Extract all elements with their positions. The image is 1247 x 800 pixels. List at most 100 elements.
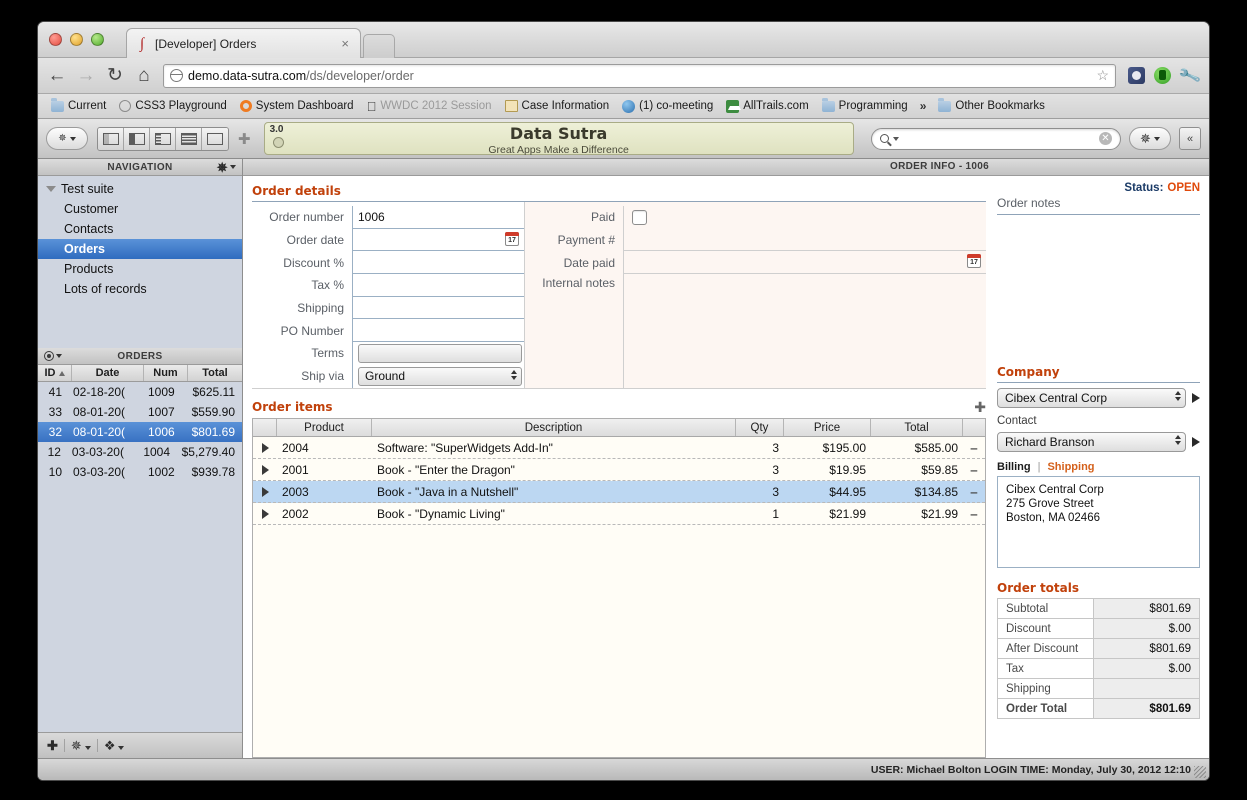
- column-header-num[interactable]: Num: [144, 365, 188, 381]
- orders-record-list[interactable]: 41 02-18-20( 1009 $625.11 33 08-01-20( 1…: [38, 382, 242, 732]
- remove-row-icon[interactable]: ‒: [963, 485, 985, 499]
- payment-number-input[interactable]: [623, 228, 986, 252]
- column-header-id[interactable]: ID: [38, 365, 72, 381]
- bookmark-item[interactable]: AllTrails.com: [721, 98, 813, 115]
- column-header-description[interactable]: Description: [372, 419, 736, 437]
- tab-billing[interactable]: Billing: [997, 461, 1031, 473]
- remove-row-icon[interactable]: ‒: [963, 507, 985, 521]
- column-header-total[interactable]: Total: [871, 419, 963, 437]
- internal-notes-textarea[interactable]: [623, 274, 986, 389]
- collapse-panel-button[interactable]: «: [1179, 127, 1201, 150]
- column-header-product[interactable]: Product: [277, 419, 372, 437]
- add-order-item-button[interactable]: ✚: [974, 400, 986, 414]
- layout-mode-1-button[interactable]: [98, 127, 124, 150]
- address-textarea[interactable]: Cibex Central Corp 275 Grove Street Bost…: [997, 476, 1200, 568]
- sidebar-item-orders[interactable]: Orders: [38, 239, 242, 259]
- bookmark-item[interactable]: (1) co-meeting: [617, 98, 718, 115]
- ship-via-select[interactable]: Ground: [358, 366, 522, 386]
- bookmark-star-icon[interactable]: ☆: [1097, 67, 1110, 84]
- table-row-selected[interactable]: 2003 Book - "Java in a Nutshell" 3 $44.9…: [253, 481, 985, 504]
- table-row[interactable]: 41 02-18-20( 1009 $625.11: [38, 382, 242, 402]
- terms-select[interactable]: [358, 343, 522, 363]
- shipping-input[interactable]: [352, 296, 524, 320]
- minimize-window-button[interactable]: [70, 33, 83, 46]
- remove-row-icon[interactable]: ‒: [963, 463, 985, 477]
- other-bookmarks-item[interactable]: Other Bookmarks: [933, 98, 1049, 114]
- discount-input[interactable]: [352, 251, 524, 275]
- back-button[interactable]: ←: [47, 66, 67, 85]
- close-window-button[interactable]: [49, 33, 62, 46]
- resize-grip-icon[interactable]: [1194, 766, 1206, 778]
- order-date-input[interactable]: 17: [352, 228, 524, 252]
- reload-icon[interactable]: ↻: [105, 66, 125, 85]
- table-row[interactable]: 2004 Software: "SuperWidgets Add-In" 3 $…: [253, 437, 985, 460]
- company-select[interactable]: Cibex Central Corp: [997, 388, 1186, 408]
- tab-shipping[interactable]: Shipping: [1047, 461, 1094, 473]
- add-layout-icon[interactable]: ✚: [238, 130, 251, 148]
- sidebar-item-contacts[interactable]: Contacts: [38, 219, 242, 239]
- order-number-input[interactable]: 1006: [352, 206, 524, 229]
- sidebar-item-products[interactable]: Products: [38, 259, 242, 279]
- po-number-input[interactable]: [352, 319, 524, 343]
- list-view-mode-button[interactable]: [44, 351, 62, 361]
- calendar-icon[interactable]: 17: [505, 231, 519, 246]
- layout-mode-5-button[interactable]: [202, 127, 228, 150]
- table-row[interactable]: 2002 Book - "Dynamic Living" 1 $21.99 $2…: [253, 503, 985, 526]
- table-row-selected[interactable]: 32 08-01-20( 1006 $801.69: [38, 422, 242, 442]
- goto-company-icon[interactable]: [1192, 393, 1200, 403]
- tax-input[interactable]: [352, 274, 524, 297]
- table-row[interactable]: 33 08-01-20( 1007 $559.90: [38, 402, 242, 422]
- table-row[interactable]: 2001 Book - "Enter the Dragon" 3 $19.95 …: [253, 459, 985, 482]
- bookmarks-overflow-icon[interactable]: »: [916, 99, 931, 113]
- expand-row-icon[interactable]: [253, 486, 277, 497]
- bookmark-item[interactable]: Current: [46, 98, 111, 114]
- bookmark-item[interactable]: WWDC 2012 Session: [362, 98, 497, 115]
- navigation-options-button[interactable]: ✵: [217, 161, 236, 174]
- layout-mode-2-button[interactable]: [124, 127, 150, 150]
- column-header-total[interactable]: Total: [188, 365, 242, 381]
- wrench-menu-icon[interactable]: 🔧: [1177, 63, 1203, 89]
- clock-extension-icon[interactable]: [1154, 67, 1172, 84]
- bookmark-item[interactable]: Programming: [817, 98, 913, 114]
- expand-row-icon[interactable]: [253, 442, 277, 453]
- sidebar-item-test-suite[interactable]: Test suite: [38, 179, 242, 199]
- column-header-date[interactable]: Date: [72, 365, 144, 381]
- search-options-button[interactable]: ✵: [1129, 127, 1171, 150]
- browser-tab[interactable]: ∫ [Developer] Orders ×: [126, 28, 361, 58]
- order-notes-textarea[interactable]: [997, 215, 1200, 365]
- calendar-icon[interactable]: 17: [967, 254, 981, 269]
- sidebar-item-lots-of-records[interactable]: Lots of records: [38, 279, 242, 299]
- record-actions-button[interactable]: ✵: [71, 738, 91, 754]
- column-header-qty[interactable]: Qty: [736, 419, 784, 437]
- zoom-window-button[interactable]: [91, 33, 104, 46]
- speedtest-icon[interactable]: [1128, 67, 1146, 84]
- date-paid-input[interactable]: 17: [623, 251, 986, 275]
- bookmark-item[interactable]: Case Information: [500, 98, 615, 114]
- contact-select[interactable]: Richard Branson: [997, 432, 1186, 452]
- expand-row-icon[interactable]: [253, 508, 277, 519]
- add-record-button[interactable]: ✚: [47, 738, 58, 754]
- paid-checkbox[interactable]: [632, 209, 647, 225]
- disclosure-triangle-icon[interactable]: [46, 186, 56, 192]
- search-input[interactable]: ✕: [870, 127, 1121, 150]
- goto-contact-icon[interactable]: [1192, 437, 1200, 447]
- window-controls[interactable]: [49, 33, 104, 46]
- bookmark-item[interactable]: CSS3 Playground: [114, 98, 231, 114]
- sidebar-item-customer[interactable]: Customer: [38, 199, 242, 219]
- address-bar[interactable]: demo.data-sutra.com/ds/developer/order ☆: [163, 63, 1117, 88]
- table-row[interactable]: 10 03-03-20( 1002 $939.78: [38, 462, 242, 482]
- app-menu-button[interactable]: ✵: [46, 127, 88, 150]
- layout-mode-group[interactable]: [97, 126, 229, 151]
- home-icon[interactable]: ⌂: [134, 66, 154, 85]
- sort-actions-button[interactable]: ❖: [104, 738, 125, 754]
- expand-row-icon[interactable]: [253, 464, 277, 475]
- layout-mode-4-button[interactable]: [176, 127, 202, 150]
- new-tab-button[interactable]: [363, 34, 395, 58]
- table-row[interactable]: 12 03-03-20( 1004 $5,279.40: [38, 442, 242, 462]
- bookmark-item[interactable]: System Dashboard: [235, 98, 359, 114]
- forward-button[interactable]: →: [76, 66, 96, 85]
- close-tab-icon[interactable]: ×: [338, 36, 352, 51]
- column-header-price[interactable]: Price: [784, 419, 871, 437]
- remove-row-icon[interactable]: ‒: [963, 441, 985, 455]
- clear-search-icon[interactable]: ✕: [1099, 132, 1112, 145]
